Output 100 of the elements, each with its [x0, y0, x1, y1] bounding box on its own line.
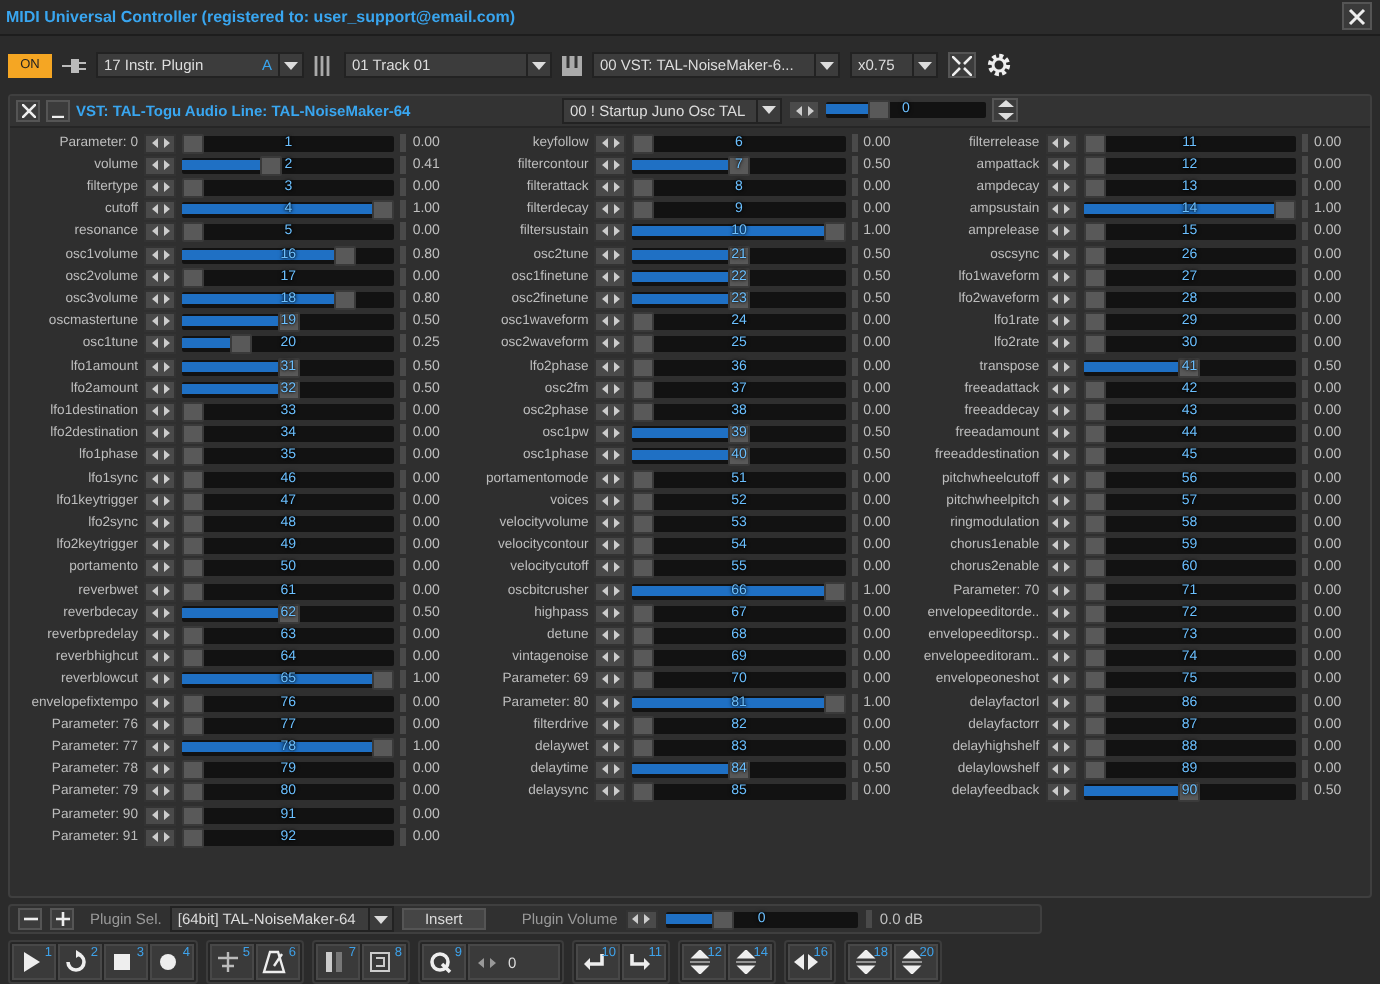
step-button[interactable]: [1045, 581, 1078, 602]
slider-thumb[interactable]: [1083, 221, 1106, 242]
step-button[interactable]: [594, 155, 627, 176]
step-button[interactable]: [594, 647, 627, 668]
step-button[interactable]: [144, 781, 176, 802]
slider-thumb[interactable]: [182, 805, 204, 826]
step-button[interactable]: [594, 267, 627, 288]
slider-thumb[interactable]: [1083, 267, 1106, 288]
slider-thumb[interactable]: [372, 737, 395, 758]
slider-thumb[interactable]: [632, 357, 655, 378]
spin-button[interactable]: [992, 98, 1018, 123]
step-button[interactable]: [1045, 401, 1078, 422]
slider-thumb[interactable]: [182, 581, 204, 602]
slider-thumb[interactable]: [182, 513, 204, 534]
step-button[interactable]: [1045, 469, 1078, 490]
step-button[interactable]: [594, 693, 627, 714]
step-button[interactable]: [1045, 267, 1078, 288]
step-button[interactable]: [1045, 445, 1078, 466]
slider-thumb[interactable]: [1083, 557, 1106, 578]
slider-thumb[interactable]: [823, 693, 846, 714]
step-button[interactable]: [594, 781, 627, 802]
slider-thumb[interactable]: [182, 133, 204, 154]
slider-thumb[interactable]: [632, 311, 655, 332]
slider-thumb[interactable]: [632, 647, 655, 668]
step-button[interactable]: [594, 177, 627, 198]
step-button[interactable]: [594, 199, 627, 220]
slider-thumb[interactable]: [1083, 469, 1106, 490]
slider-thumb[interactable]: [1083, 581, 1106, 602]
add-button[interactable]: [50, 908, 74, 931]
step-button[interactable]: [594, 357, 627, 378]
slider-thumb[interactable]: [182, 693, 204, 714]
slider-thumb[interactable]: [372, 669, 395, 690]
step-button[interactable]: [1045, 333, 1078, 354]
step-button[interactable]: [594, 379, 627, 400]
slider-thumb[interactable]: [823, 221, 846, 242]
step-button[interactable]: [144, 245, 176, 266]
step-button[interactable]: [144, 715, 176, 736]
slider-thumb[interactable]: [1083, 333, 1106, 354]
slider-thumb[interactable]: [182, 177, 204, 198]
slider-thumb[interactable]: [727, 445, 750, 466]
step-button[interactable]: [1045, 379, 1078, 400]
slider-thumb[interactable]: [182, 647, 204, 668]
slider-thumb[interactable]: [632, 379, 655, 400]
step-button[interactable]: [594, 759, 627, 780]
slider-thumb[interactable]: [632, 715, 655, 736]
slider-thumb[interactable]: [1083, 311, 1106, 332]
slider-thumb[interactable]: [1083, 625, 1106, 646]
step-button[interactable]: [594, 133, 627, 154]
step-button[interactable]: [1045, 693, 1078, 714]
slider-thumb[interactable]: [182, 759, 204, 780]
step-button[interactable]: [144, 423, 176, 444]
slider-thumb[interactable]: [182, 827, 204, 848]
slider-thumb[interactable]: [1083, 513, 1106, 534]
slider-thumb[interactable]: [182, 401, 204, 422]
step-button[interactable]: [594, 737, 627, 758]
step-button[interactable]: [1045, 759, 1078, 780]
step-button[interactable]: [144, 401, 176, 422]
slider-thumb[interactable]: [182, 491, 204, 512]
step-button[interactable]: [594, 401, 627, 422]
slider-thumb[interactable]: [823, 581, 846, 602]
step-button[interactable]: [594, 625, 627, 646]
slider-thumb[interactable]: [632, 199, 655, 220]
slider-thumb[interactable]: [632, 603, 655, 624]
slider-thumb[interactable]: [632, 513, 655, 534]
slider-thumb[interactable]: [372, 199, 395, 220]
step-button[interactable]: [144, 535, 176, 556]
step-button[interactable]: [594, 535, 627, 556]
step-button[interactable]: [144, 669, 176, 690]
step-button[interactable]: [1045, 199, 1078, 220]
step-button[interactable]: [594, 669, 627, 690]
step-button[interactable]: [144, 311, 176, 332]
step-button[interactable]: [625, 909, 658, 930]
slider-thumb[interactable]: [1083, 155, 1106, 176]
step-button[interactable]: [594, 445, 627, 466]
slider-thumb[interactable]: [632, 491, 655, 512]
step-button[interactable]: [594, 333, 627, 354]
step-button[interactable]: [594, 245, 627, 266]
slider-thumb[interactable]: [182, 423, 204, 444]
step-button[interactable]: [1045, 221, 1078, 242]
slider-thumb[interactable]: [867, 100, 890, 121]
step-button[interactable]: [594, 289, 627, 310]
step-button[interactable]: [144, 333, 176, 354]
step-button[interactable]: [144, 513, 176, 534]
slider-thumb[interactable]: [632, 333, 655, 354]
slider-thumb[interactable]: [632, 535, 655, 556]
step-button[interactable]: [1045, 491, 1078, 512]
slider-thumb[interactable]: [632, 133, 655, 154]
slider-thumb[interactable]: [1083, 401, 1106, 422]
step-button[interactable]: [144, 379, 176, 400]
step-button[interactable]: [144, 199, 176, 220]
step-button[interactable]: [594, 715, 627, 736]
step-button[interactable]: [144, 469, 176, 490]
step-button[interactable]: [144, 133, 176, 154]
step-button[interactable]: [144, 491, 176, 512]
shrink-button[interactable]: [948, 52, 976, 79]
step-button[interactable]: [144, 805, 176, 826]
slider-thumb[interactable]: [1083, 669, 1106, 690]
step-button[interactable]: [1045, 423, 1078, 444]
step-button[interactable]: [1045, 715, 1078, 736]
settings-icon[interactable]: [986, 52, 1012, 79]
